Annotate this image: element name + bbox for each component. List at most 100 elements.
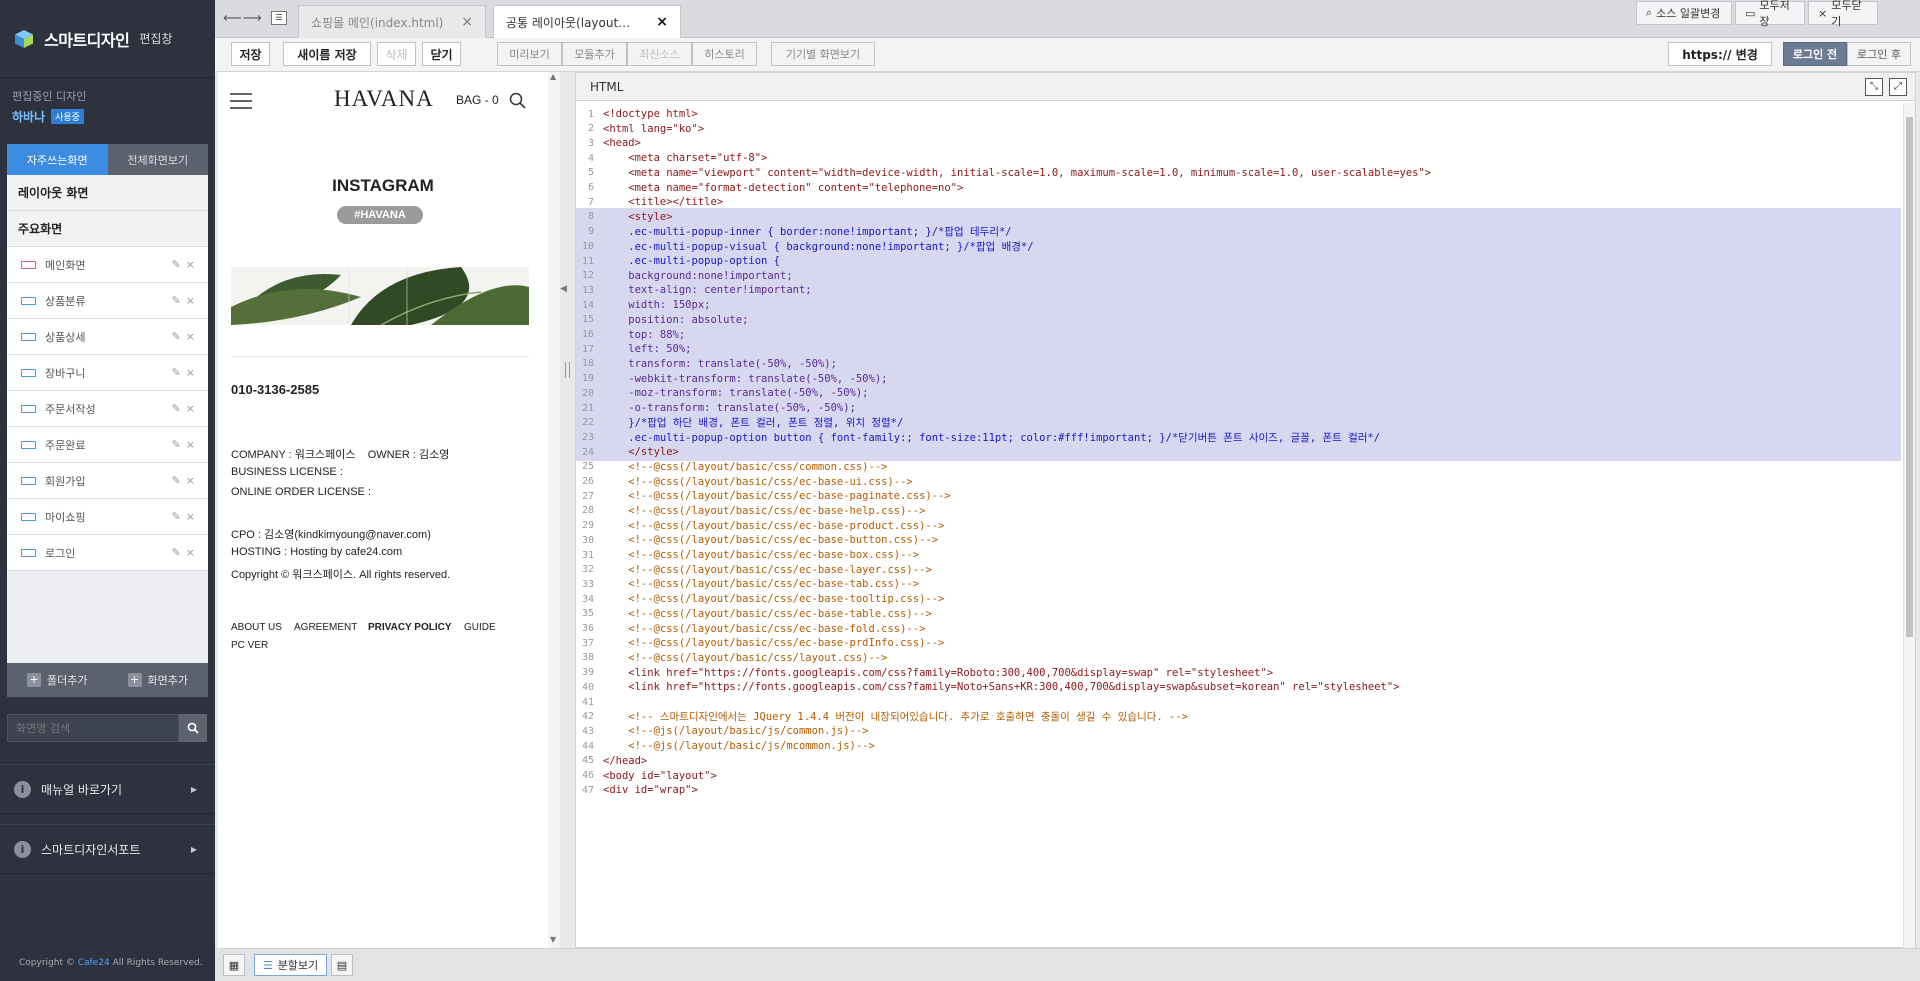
close-button[interactable]: 닫기 [422,42,461,66]
line-number: 9 [587,226,594,238]
search-button[interactable] [179,714,207,742]
line-number: 13 [581,284,594,296]
bag-link[interactable]: BAG - 0 [456,93,499,107]
pc-version-link[interactable]: PC VER [231,640,268,651]
support-link[interactable]: i 스마트디자인서포트 ▶ [0,824,215,874]
code-text: <!--@css(/layout/basic/css/common.css)--… [603,460,888,473]
sidebar-item-screen[interactable]: 장바구니 ✎× [7,355,208,391]
close-icon[interactable]: × [461,14,473,30]
line-number: 5 [587,167,594,179]
add-folder-button[interactable]: + 폴더추가 [7,663,108,697]
history-button[interactable]: 히스토리 [692,42,757,66]
drag-handle-icon[interactable] [565,362,570,378]
save-as-button[interactable]: 새이름 저장 [283,42,371,66]
sidebar-item-screen[interactable]: 상품분류 ✎× [7,283,208,319]
sidebar-item-screen[interactable]: 로그인 ✎× [7,535,208,571]
code-text: <meta name="viewport" content="width=dev… [603,166,1432,179]
close-all-button[interactable]: × 모두닫기 [1808,0,1878,28]
line-number: 28 [581,505,594,517]
footer-link-privacy[interactable]: PRIVACY POLICY [368,622,452,633]
edit-delete-icons[interactable]: ✎× [172,258,200,271]
design-name[interactable]: 하바나 [12,108,45,125]
tab-frequent-screens[interactable]: 자주쓰는화면 [7,144,108,175]
edit-delete-icons[interactable]: ✎× [172,294,200,307]
phone-number[interactable]: 010-3136-2585 [231,382,319,397]
code-text: <div id="wrap"> [603,784,698,797]
scroll-down-icon[interactable]: ▼ [550,935,556,944]
hamburger-menu-icon[interactable] [230,92,252,110]
edit-delete-icons[interactable]: ✎× [172,366,200,379]
close-all-label: 모두닫기 [1831,0,1862,28]
code-text: <!--@css(/layout/basic/css/ec-base-prdIn… [603,637,945,650]
line-number: 16 [581,329,594,340]
tab-all-screens[interactable]: 전체화면보기 [107,144,208,175]
copyright: Copyright © Cafe24 All Rights Reserved. [19,955,203,971]
collapse-icon[interactable]: ⤡ [1865,78,1883,96]
add-module-button[interactable]: 모듈추가 [562,42,627,66]
sidebar-item-screen[interactable]: 상품상세 ✎× [7,319,208,355]
edit-delete-icons[interactable]: ✎× [172,330,200,343]
search-icon[interactable] [509,92,526,109]
sidebar-item-screen[interactable]: 주문서작성 ✎× [7,391,208,427]
code-text: <head> [603,137,641,150]
copyright-prefix: Copyright © [19,958,75,968]
manual-link-label: 매뉴얼 바로가기 [41,782,123,797]
code-text: .ec-multi-popup-option { [603,255,781,267]
instagram-banner-image[interactable] [231,267,529,325]
fullscreen-icon[interactable]: ⤢ [1889,78,1907,96]
editor-scrollbar[interactable] [1903,103,1915,949]
forward-arrow-icon[interactable]: ⟶ [243,11,262,26]
preview-scrollbar[interactable]: ▲ ▼ [548,72,560,948]
code-line[interactable]: 47 <div id="wrap"> [576,781,1901,799]
save-button[interactable]: 저장 [231,42,270,66]
line-number: 40 [581,681,594,693]
collapse-left-icon[interactable]: ◀ [560,284,567,294]
add-screen-button[interactable]: + 화면추가 [108,663,209,697]
tab-main-index[interactable]: 쇼핑몰 메인(index.html) × [298,5,486,38]
before-login-button[interactable]: 로그인 전 [1783,42,1847,66]
footer-link-guide[interactable]: GUIDE [464,622,496,633]
code-view-button[interactable]: ▤ [331,954,353,976]
file-list-icon[interactable]: ☰ [271,11,287,25]
section-layout-screens[interactable]: 레이아웃 화면 [7,175,208,211]
code-area[interactable]: 1 <!doctype html> 2 <html lang="ko"> 3 <head>… [576,103,1901,949]
split-view-button[interactable]: ☰ 분할보기 [254,954,327,976]
section-main-screens[interactable]: 주요화면 [7,211,208,247]
manual-link[interactable]: i 매뉴얼 바로가기 ▶ [0,764,215,814]
line-number: 3 [587,137,594,149]
grid-view-button[interactable]: ▦ [223,954,245,976]
https-change-button[interactable]: https:// 변경 [1668,42,1772,66]
editing-design-info: 편집중인 디자인 하바나 사용중 [0,78,215,140]
save-all-button[interactable]: ▭ 모두저장 [1735,0,1805,28]
tab-common-layout[interactable]: 공통 레이아웃(layout… × [493,5,681,38]
hashtag-badge[interactable]: #HAVANA [337,206,423,224]
scroll-thumb[interactable] [1906,117,1913,637]
sidebar-item-screen[interactable]: 마이쇼핑 ✎× [7,499,208,535]
latest-source-button[interactable]: 최신소스 [627,42,692,66]
screen-search-input[interactable] [7,714,179,742]
edit-delete-icons[interactable]: ✎× [172,510,200,523]
pane-splitter[interactable]: ◀ [560,72,575,948]
delete-button[interactable]: 삭제 [377,42,416,66]
cafe24-link[interactable]: Cafe24 [78,958,110,968]
footer-link-about[interactable]: ABOUT US [231,622,282,633]
edit-delete-icons[interactable]: ✎× [172,474,200,487]
sidebar-item-screen[interactable]: 메인화면 ✎× [7,247,208,283]
preview-button[interactable]: 미리보기 [497,42,562,66]
tab-label: 공통 레이아웃(layout… [506,15,631,30]
close-icon[interactable]: × [656,14,668,30]
sidebar-item-label: 주문서작성 [45,402,96,416]
sidebar-item-screen[interactable]: 회원가입 ✎× [7,463,208,499]
sidebar-item-screen[interactable]: 주문완료 ✎× [7,427,208,463]
list-icon: ☰ [262,958,273,972]
footer-link-agreement[interactable]: AGREEMENT [294,622,357,633]
edit-delete-icons[interactable]: ✎× [172,402,200,415]
back-arrow-icon[interactable]: ⟵ [223,11,242,26]
after-login-button[interactable]: 로그인 후 [1847,42,1911,66]
device-view-button[interactable]: 기기별 화면보기 [771,42,875,66]
shop-logo[interactable]: HAVANA [334,86,434,112]
source-bulk-change-button[interactable]: ⌕ 소스 일괄변경 [1636,1,1732,25]
scroll-up-icon[interactable]: ▲ [550,72,556,81]
edit-delete-icons[interactable]: ✎× [172,438,200,451]
edit-delete-icons[interactable]: ✎× [172,546,200,559]
